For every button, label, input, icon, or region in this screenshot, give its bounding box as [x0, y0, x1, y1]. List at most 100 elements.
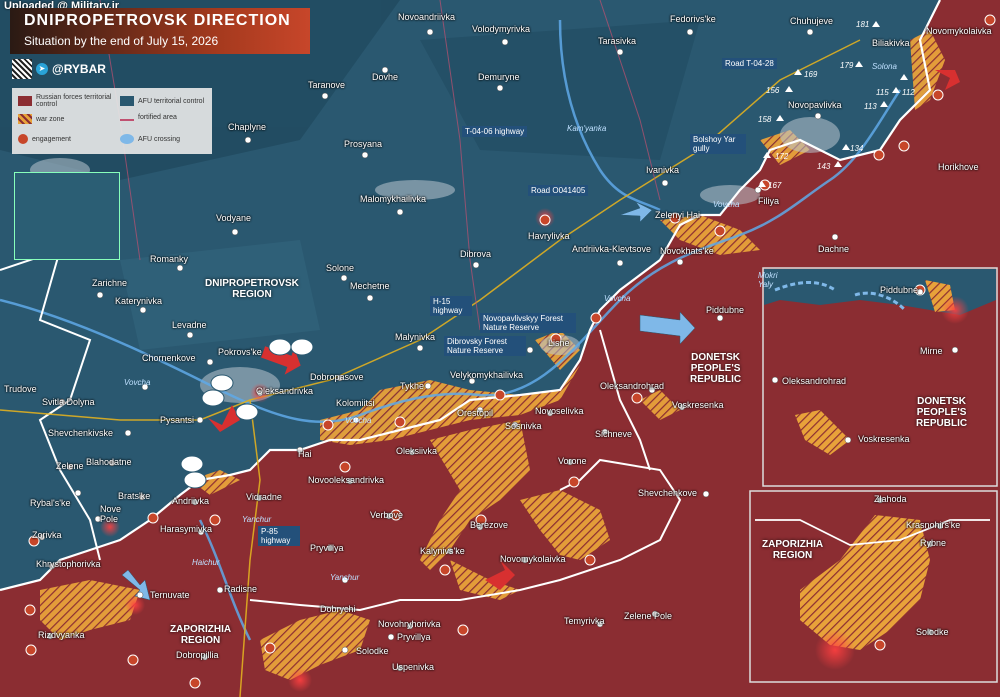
qr-code-icon	[12, 59, 32, 79]
place-levadne: Levadne	[172, 320, 207, 330]
legend-engagement: engagement	[18, 134, 71, 144]
region-donetsk-inset: DONETSK PEOPLE'S REPUBLIC	[916, 396, 968, 429]
place-ivanivka: Ivanivka	[646, 165, 680, 175]
place-kolomiitsi: Kolomiitsi	[336, 398, 375, 408]
overview-inset-map	[14, 172, 120, 260]
fortified-line-icon	[120, 114, 134, 121]
place-velykomykhailivka: Velykomykhailivka	[450, 370, 524, 380]
russian-swatch-icon	[18, 96, 32, 106]
place-dovhe: Dovhe	[372, 72, 399, 82]
height-169: 169	[804, 70, 818, 79]
height-179: 179	[840, 61, 854, 70]
legend-crossing: AFU crossing	[120, 134, 180, 144]
region-zaporizhia: ZAPORIZHIA REGION	[170, 624, 232, 646]
river-mokri-yaly: Mokri Yaly	[758, 271, 778, 289]
place-novopavlivka: Novopavlivka	[788, 100, 842, 110]
place-oleksandrivka: Oleksandrivka	[256, 386, 314, 396]
place-tykhe: Tykhe	[400, 381, 425, 391]
place-vorone: Vorone	[558, 456, 587, 466]
place-svitla-dolyna: Svitla Dolyna	[42, 397, 95, 407]
height-113: 113	[864, 102, 877, 111]
place-andriivka: Andriivka	[172, 496, 210, 506]
place-horikhove: Horikhove	[938, 162, 979, 172]
place-piddubne-inset: Piddubne	[880, 285, 919, 295]
region-dnipropetrovsk: DNIPROPETROVSK REGION	[205, 278, 299, 300]
bolshoy-yar-gully: Bolshoy Yar gully	[690, 134, 746, 154]
place-vodyane: Vodyane	[216, 213, 252, 223]
place-novohryhorivka: Novohryhorivka	[378, 619, 441, 629]
place-novoandriivka: Novoandriivka	[398, 12, 456, 22]
place-hai: Hai	[298, 449, 312, 459]
height-181: 181	[856, 20, 870, 29]
place-katerynivka: Katerynivka	[115, 296, 163, 306]
place-uspenivka: Uspenivka	[392, 662, 435, 672]
river-kamyanka: Kam'yanka	[567, 124, 607, 133]
place-tarasivka: Tarasivka	[598, 36, 637, 46]
place-romanky: Romanky	[150, 254, 189, 264]
place-volodymyrivka: Volodymyrivka	[472, 24, 531, 34]
place-chaplyne: Chaplyne	[228, 122, 267, 132]
place-dobropasove: Dobropasove	[310, 372, 364, 382]
place-mirne: Mirne	[920, 346, 943, 356]
place-zorivka: Zorivka	[32, 530, 62, 540]
place-oleksandrohrad: Oleksandrohrad	[600, 381, 665, 391]
place-voskresenka: Voskresenka	[672, 400, 724, 410]
war-zone-swatch-icon	[18, 114, 32, 124]
road-h15: H-15 highway	[430, 296, 472, 316]
place-chornenkove: Chornenkove	[142, 353, 196, 363]
place-krasnohirske: Krasnohirs'ke	[906, 520, 961, 530]
place-trudove: Trudove	[4, 384, 37, 394]
place-pokrovske: Pokrovs'ke	[218, 347, 262, 357]
place-vidradne: Vidradne	[246, 492, 282, 502]
legend-russian: Russian forces territorial control	[18, 94, 116, 108]
place-pryvillya-2: Pryvillya	[397, 632, 431, 642]
river-yanchur-2: Yanchur	[330, 573, 360, 582]
place-blahodatne: Blahodatne	[86, 457, 132, 467]
place-zelenyi-hai: Zelenyi Hai	[655, 210, 701, 220]
inset-zap-glow	[815, 630, 855, 670]
place-sosnivka: Sosnivka	[505, 421, 542, 431]
place-piddubne: Piddubne	[706, 305, 745, 315]
place-zelene-pole: Zelene Pole	[624, 611, 673, 621]
place-khrystophorivka: Khrystophorivka	[36, 559, 101, 569]
place-malynivka: Malynivka	[395, 332, 436, 342]
legend: Russian forces territorial control AFU t…	[12, 88, 212, 154]
place-filiya: Filiya	[758, 196, 780, 206]
header: DNIPROPETROVSK DIRECTION Situation by th…	[10, 8, 310, 54]
river-haichur: Haichur	[192, 558, 220, 567]
river-vovcha-3: Vovcha	[604, 294, 631, 303]
road-p85: P-85 highway	[258, 526, 300, 546]
place-oleksiivka: Oleksiivka	[396, 446, 438, 456]
place-radisne: Radisne	[224, 584, 258, 594]
place-dobrychi: Dobrychi	[320, 604, 356, 614]
legend-fortified: fortified area	[120, 114, 177, 121]
place-malomykhailivka: Malomykhailivka	[360, 194, 427, 204]
river-yanchur-1: Yanchur	[242, 515, 272, 524]
novopavlivskyy-forest: Novopavlivskyy Forest Nature Reserve	[480, 313, 576, 333]
place-oleksandrohrad-inset: Oleksandrohrad	[782, 376, 847, 386]
place-shevchenkivske: Shevchenkivske	[48, 428, 114, 438]
place-solodke-2: Solodke	[916, 627, 949, 637]
place-shevchenkove: Shevchenkove	[638, 488, 698, 498]
place-berezove: Berezove	[470, 520, 509, 530]
place-novomykolaivka-2: Novomykolaivka	[500, 554, 566, 564]
dibrovsky-forest: Dibrovsky Forest Nature Reserve	[444, 336, 526, 356]
inset-donetsk-glow	[941, 296, 969, 324]
height-112: 112	[902, 88, 915, 97]
place-biliakivka: Biliakivka	[872, 38, 910, 48]
brand: ➤ @RYBAR	[12, 58, 132, 80]
place-verbove: Verbove	[370, 510, 404, 520]
road-o041405: Road O041405	[528, 185, 589, 196]
river-vovcha-2: Vovcha	[345, 416, 372, 425]
page-subtitle: Situation by the end of July 15, 2026	[24, 34, 219, 48]
place-novoselivka: Novoselivka	[535, 406, 584, 416]
brand-handle: @RYBAR	[52, 62, 106, 76]
place-dibrova: Dibrova	[460, 249, 492, 259]
place-solodke-1: Solodke	[356, 646, 389, 656]
place-dachne: Dachne	[818, 244, 850, 254]
place-zlahoda: Zlahoda	[874, 494, 907, 504]
place-rybne: Rybne	[920, 538, 947, 548]
place-ternuvate: Ternuvate	[150, 590, 190, 600]
place-rizdvyanka: Rizdvyanka	[38, 630, 85, 640]
place-harasymivka: Harasymivka	[160, 524, 213, 534]
